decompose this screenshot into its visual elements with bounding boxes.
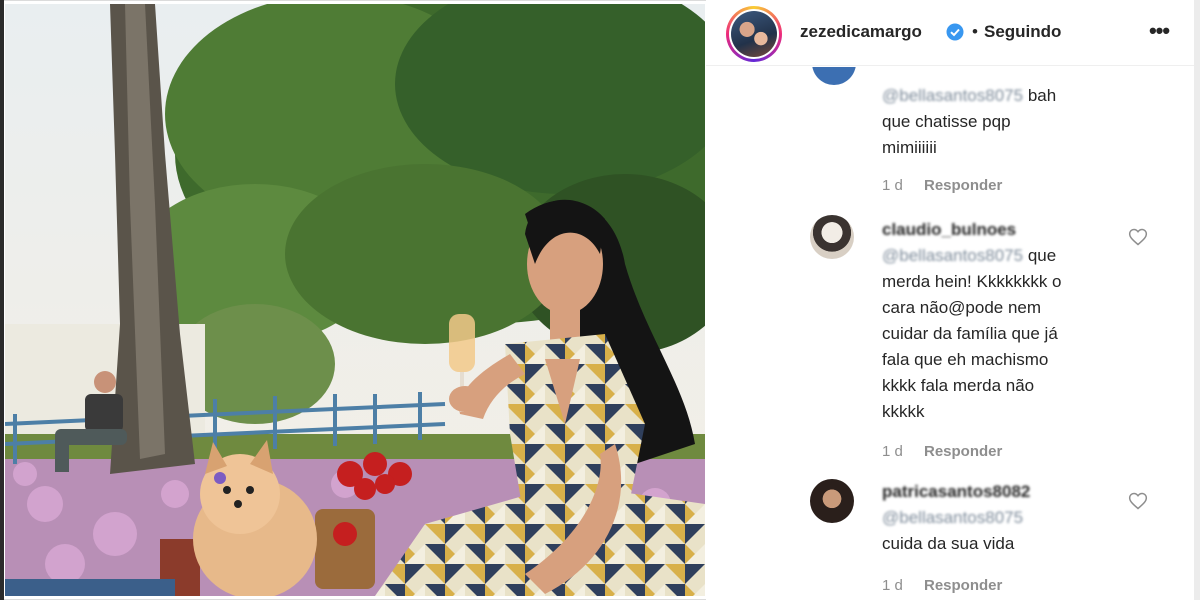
author-avatar[interactable] (726, 6, 782, 62)
comment-text: bah (1023, 86, 1057, 105)
comment-line: kkkk fala merda não (882, 376, 1035, 395)
commenter-avatar[interactable] (810, 215, 854, 259)
comment-line: cara não@pode nem (882, 298, 1042, 317)
author-avatar-image (731, 11, 777, 57)
commenter-avatar[interactable] (812, 67, 856, 85)
author-username[interactable]: zezedicamargo (800, 22, 922, 42)
more-options-icon[interactable]: ••• (1144, 18, 1174, 48)
header-separator: • (972, 22, 978, 41)
comment-line: merda hein! Kkkkkkkk o (882, 272, 1062, 291)
reply-button[interactable]: Responder (924, 443, 1002, 460)
comment-body: @bellasantos8075 bah que chatisse pqp mi… (882, 83, 1122, 161)
comment-body: claudio_bulnoes @bellasantos8075 que mer… (882, 217, 1122, 425)
post-header: zezedicamargo • Seguindo ••• (706, 0, 1200, 66)
following-button[interactable]: Seguindo (984, 22, 1061, 42)
comment-line: cuidar da família que já (882, 324, 1058, 343)
post-photo[interactable] (5, 4, 705, 596)
comment-list[interactable]: @bellasantos8075 bah que chatisse pqp mi… (706, 67, 1200, 600)
scrollbar-track[interactable] (1194, 0, 1200, 600)
reply-button[interactable]: Responder (924, 177, 1002, 194)
comment-line: kkkkk (882, 402, 925, 421)
comment-mention[interactable]: @bellasantos8075 (882, 86, 1023, 105)
photo-illustration (5, 4, 705, 596)
comment-mention[interactable]: @bellasantos8075 (882, 508, 1023, 527)
author-avatar-frame (729, 9, 779, 59)
window-edge (0, 0, 4, 600)
heart-icon[interactable] (1128, 227, 1148, 247)
reply-button[interactable]: Responder (924, 577, 1002, 594)
comment-mention[interactable]: @bellasantos8075 (882, 246, 1023, 265)
comment-time: 1 d (882, 577, 903, 594)
comment-username[interactable]: patricasantos8082 (882, 482, 1030, 501)
comments-panel: zezedicamargo • Seguindo ••• @bellasanto… (706, 0, 1200, 600)
verified-badge-icon (946, 23, 964, 41)
comment-time: 1 d (882, 443, 903, 460)
comment-line: mimiiiiii (882, 138, 937, 157)
comment-line: fala que eh machismo (882, 350, 1049, 369)
comment-username[interactable]: claudio_bulnoes (882, 220, 1016, 239)
comment-line: cuida da sua vida (882, 534, 1015, 553)
comment-line: que chatisse pqp (882, 112, 1011, 131)
comment-time: 1 d (882, 177, 903, 194)
comment-text: que (1023, 246, 1057, 265)
heart-icon[interactable] (1128, 491, 1148, 511)
commenter-avatar[interactable] (810, 479, 854, 523)
comment-body: patricasantos8082 @bellasantos8075 cuida… (882, 479, 1122, 557)
